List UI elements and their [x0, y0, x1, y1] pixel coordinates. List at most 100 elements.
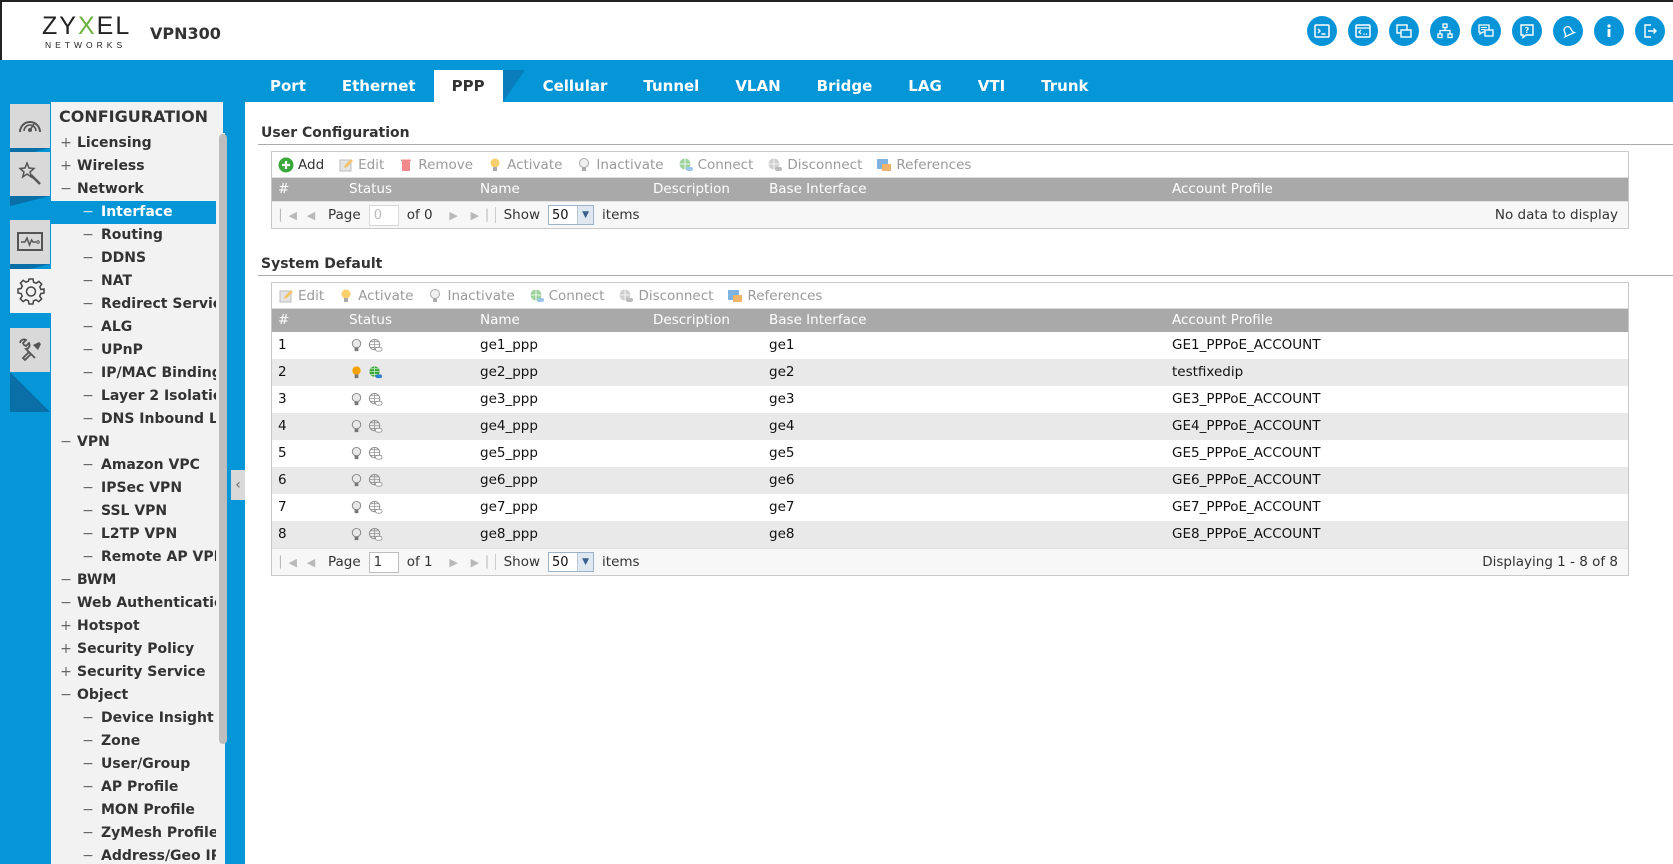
references-button[interactable]: References: [876, 157, 971, 173]
col-header-base-interface[interactable]: Base Interface: [769, 309, 867, 332]
maintenance-button[interactable]: [10, 328, 50, 412]
table-row[interactable]: 6 ge6_ppp ge6 GE6_PPPoE_ACCOUNT: [272, 467, 1628, 494]
sidebar-item-ip-mac-binding[interactable]: − IP/MAC Binding: [51, 362, 223, 385]
references-button[interactable]: References: [727, 288, 822, 304]
nav-scrollbar-thumb[interactable]: [219, 134, 227, 744]
bell-icon[interactable]: [1553, 16, 1583, 46]
col-header-account-profile[interactable]: Account Profile: [1172, 178, 1273, 201]
sidebar-item-security-policy[interactable]: + Security Policy: [51, 638, 223, 661]
sidebar-item-routing[interactable]: − Routing: [51, 224, 223, 247]
sidebar-item-ddns[interactable]: − DDNS: [51, 247, 223, 270]
inactivate-button[interactable]: Inactivate: [427, 288, 515, 304]
first-page-button[interactable]: ▏◀: [280, 209, 297, 222]
sidebar-item-user-group[interactable]: − User/Group: [51, 753, 223, 776]
col-header-num[interactable]: #: [278, 309, 289, 332]
last-page-button[interactable]: ▶▕: [471, 556, 488, 569]
table-row[interactable]: 4 ge4_ppp ge4 GE4_PPPoE_ACCOUNT: [272, 413, 1628, 440]
monitor-button[interactable]: [10, 220, 50, 274]
sidebar-item-nat[interactable]: − NAT: [51, 270, 223, 293]
cli-icon[interactable]: [1348, 16, 1378, 46]
sidebar-item-dns-inbound-lb[interactable]: − DNS Inbound LB: [51, 408, 223, 431]
sidebar-item-vpn[interactable]: − VPN: [51, 431, 223, 454]
quick-setup-button[interactable]: [10, 152, 50, 206]
sidebar-item-interface[interactable]: − Interface: [51, 201, 223, 224]
col-header-base-interface[interactable]: Base Interface: [769, 178, 867, 201]
col-header-status[interactable]: Status: [349, 178, 392, 201]
dashboard-button[interactable]: [10, 104, 50, 158]
sidebar-item-security-service[interactable]: + Security Service: [51, 661, 223, 684]
edit-button[interactable]: Edit: [338, 157, 384, 173]
chat-icon[interactable]: [1471, 16, 1501, 46]
sidebar-item-remote-ap-vpn[interactable]: − Remote AP VPN: [51, 546, 223, 569]
tab-ethernet[interactable]: Ethernet: [324, 70, 434, 102]
help-icon[interactable]: ?: [1512, 16, 1542, 46]
sidebar-item-zymesh-profile[interactable]: − ZyMesh Profile: [51, 822, 223, 845]
table-row[interactable]: 7 ge7_ppp ge7 GE7_PPPoE_ACCOUNT: [272, 494, 1628, 521]
sidebar-item-bwm[interactable]: − BWM: [51, 569, 223, 592]
edit-button[interactable]: Edit: [278, 288, 324, 304]
sidebar-item-upnp[interactable]: − UPnP: [51, 339, 223, 362]
site-map-icon[interactable]: [1430, 16, 1460, 46]
sidebar-item-address-geo-ip[interactable]: − Address/Geo IP: [51, 845, 223, 864]
sidebar-item-l2tp-vpn[interactable]: − L2TP VPN: [51, 523, 223, 546]
info-icon[interactable]: [1594, 16, 1624, 46]
col-header-description[interactable]: Description: [653, 178, 730, 201]
first-page-button[interactable]: ▏◀: [280, 556, 297, 569]
sidebar-item-zone[interactable]: − Zone: [51, 730, 223, 753]
tab-lag[interactable]: LAG: [890, 70, 959, 102]
sidebar-item-licensing[interactable]: + Licensing: [51, 132, 223, 155]
tab-ppp[interactable]: PPP: [433, 70, 525, 102]
col-header-account-profile[interactable]: Account Profile: [1172, 309, 1273, 332]
windows-icon[interactable]: [1389, 16, 1419, 46]
sidebar-item-wireless[interactable]: + Wireless: [51, 155, 223, 178]
disconnect-button[interactable]: Disconnect: [618, 288, 713, 304]
sidebar-item-redirect-service[interactable]: − Redirect Service: [51, 293, 223, 316]
inactivate-button[interactable]: Inactivate: [576, 157, 664, 173]
tab-trunk[interactable]: Trunk: [1023, 70, 1106, 102]
activate-button[interactable]: Activate: [487, 157, 562, 173]
table-row[interactable]: 5 ge5_ppp ge5 GE5_PPPoE_ACCOUNT: [272, 440, 1628, 467]
col-header-description[interactable]: Description: [653, 309, 730, 332]
col-header-name[interactable]: Name: [480, 309, 520, 332]
activate-button[interactable]: Activate: [338, 288, 413, 304]
col-header-status[interactable]: Status: [349, 309, 392, 332]
connect-button[interactable]: Connect: [678, 157, 753, 173]
sidebar-item-ipsec-vpn[interactable]: − IPSec VPN: [51, 477, 223, 500]
prev-page-button[interactable]: ◀: [304, 209, 318, 222]
remove-button[interactable]: Remove: [398, 157, 473, 173]
col-header-num[interactable]: #: [278, 178, 289, 201]
configuration-button[interactable]: [10, 269, 52, 313]
sidebar-item-device-insight[interactable]: − Device Insight: [51, 707, 223, 730]
sidebar-item-mon-profile[interactable]: − MON Profile: [51, 799, 223, 822]
sidebar-item-network[interactable]: − Network: [51, 178, 223, 201]
sidebar-item-object[interactable]: − Object: [51, 684, 223, 707]
page-size-select[interactable]: 50 ▼: [548, 205, 595, 225]
prev-page-button[interactable]: ◀: [304, 556, 318, 569]
connect-button[interactable]: Connect: [529, 288, 604, 304]
sidebar-item-amazon-vpc[interactable]: − Amazon VPC: [51, 454, 223, 477]
page-number-input[interactable]: [368, 551, 399, 573]
page-number-input[interactable]: [368, 204, 399, 226]
page-size-select[interactable]: 50 ▼: [548, 552, 595, 572]
sidebar-item-hotspot[interactable]: + Hotspot: [51, 615, 223, 638]
table-row[interactable]: 2 ge2_ppp ge2 testfixedip: [272, 359, 1628, 386]
tab-cellular[interactable]: Cellular: [525, 70, 626, 102]
logout-icon[interactable]: [1635, 16, 1665, 46]
sidebar-item-layer-2-isolation[interactable]: − Layer 2 Isolation: [51, 385, 223, 408]
tab-port[interactable]: Port: [252, 70, 324, 102]
tab-bridge[interactable]: Bridge: [799, 70, 891, 102]
last-page-button[interactable]: ▶▕: [471, 209, 488, 222]
tab-tunnel[interactable]: Tunnel: [625, 70, 717, 102]
sidebar-item-web-authentication[interactable]: − Web Authentication: [51, 592, 223, 615]
table-row[interactable]: 1 ge1_ppp ge1 GE1_PPPoE_ACCOUNT: [272, 332, 1628, 359]
collapse-sidebar-button[interactable]: ‹: [231, 470, 245, 500]
console-icon[interactable]: [1307, 16, 1337, 46]
table-row[interactable]: 3 ge3_ppp ge3 GE3_PPPoE_ACCOUNT: [272, 386, 1628, 413]
disconnect-button[interactable]: Disconnect: [767, 157, 862, 173]
next-page-button[interactable]: ▶: [447, 209, 461, 222]
sidebar-item-ap-profile[interactable]: − AP Profile: [51, 776, 223, 799]
table-row[interactable]: 8 ge8_ppp ge8 GE8_PPPoE_ACCOUNT: [272, 521, 1628, 548]
sidebar-item-alg[interactable]: − ALG: [51, 316, 223, 339]
tab-vlan[interactable]: VLAN: [717, 70, 798, 102]
add-button[interactable]: Add: [278, 157, 324, 173]
